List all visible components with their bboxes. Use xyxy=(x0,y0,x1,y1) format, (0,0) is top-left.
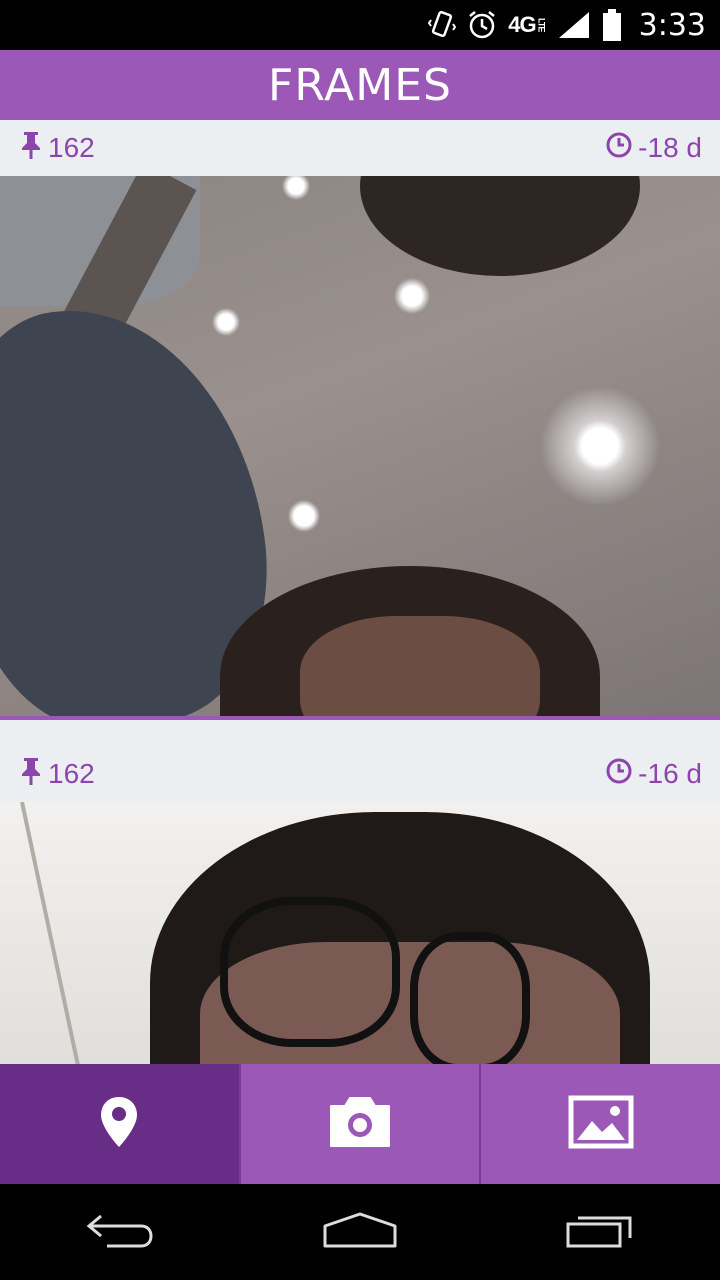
frame-photo[interactable] xyxy=(0,176,720,716)
pin-count: 162 xyxy=(18,130,95,167)
gallery-tab-button[interactable] xyxy=(481,1064,720,1184)
pin-count-value: 162 xyxy=(48,758,95,789)
frame-card[interactable]: 162 -18 d xyxy=(0,120,720,720)
network-sub-label: LTE xyxy=(536,18,547,32)
app-bar: FRAMES xyxy=(0,50,720,120)
location-pin-icon xyxy=(99,1095,139,1154)
home-icon xyxy=(322,1210,398,1255)
card-header: 162 -16 d xyxy=(0,720,720,802)
back-icon xyxy=(85,1210,155,1255)
pin-count: 162 xyxy=(18,756,95,793)
photo-detail xyxy=(410,932,530,1064)
pin-count-value: 162 xyxy=(48,132,95,163)
back-button[interactable] xyxy=(60,1192,180,1272)
page-title: FRAMES xyxy=(268,59,452,111)
card-header: 162 -18 d xyxy=(0,120,720,176)
battery-icon xyxy=(601,8,623,42)
photo-detail xyxy=(360,176,640,276)
frame-photo[interactable] xyxy=(0,802,720,1064)
clock-icon xyxy=(604,756,634,793)
status-bar: 4G LTE 3:33 xyxy=(0,0,720,50)
frame-card[interactable]: 162 -16 d xyxy=(0,720,720,1064)
photo-detail xyxy=(300,616,540,716)
photo-detail xyxy=(220,897,400,1047)
pin-icon xyxy=(18,130,44,167)
age: -18 d xyxy=(604,130,702,167)
frames-feed[interactable]: 162 -18 d 162 -16 d xyxy=(0,120,720,1064)
gallery-icon xyxy=(568,1095,634,1154)
network-label: 4G xyxy=(508,12,536,37)
age-value: -18 d xyxy=(638,132,702,163)
vibrate-icon xyxy=(428,10,457,40)
pin-icon xyxy=(18,756,44,793)
clock: 3:33 xyxy=(638,7,706,43)
map-tab-button[interactable] xyxy=(0,1064,241,1184)
network-type-indicator: 4G LTE xyxy=(508,12,546,38)
age: -16 d xyxy=(604,756,702,793)
signal-icon xyxy=(557,10,591,40)
photo-detail xyxy=(20,802,87,1064)
camera-tab-button[interactable] xyxy=(241,1064,482,1184)
bottom-nav xyxy=(0,1064,720,1184)
age-value: -16 d xyxy=(638,758,702,789)
system-nav-bar xyxy=(0,1184,720,1280)
recents-icon xyxy=(564,1210,636,1255)
home-button[interactable] xyxy=(300,1192,420,1272)
recents-button[interactable] xyxy=(540,1192,660,1272)
clock-icon xyxy=(604,130,634,167)
camera-icon xyxy=(327,1094,393,1155)
alarm-icon xyxy=(466,9,498,41)
